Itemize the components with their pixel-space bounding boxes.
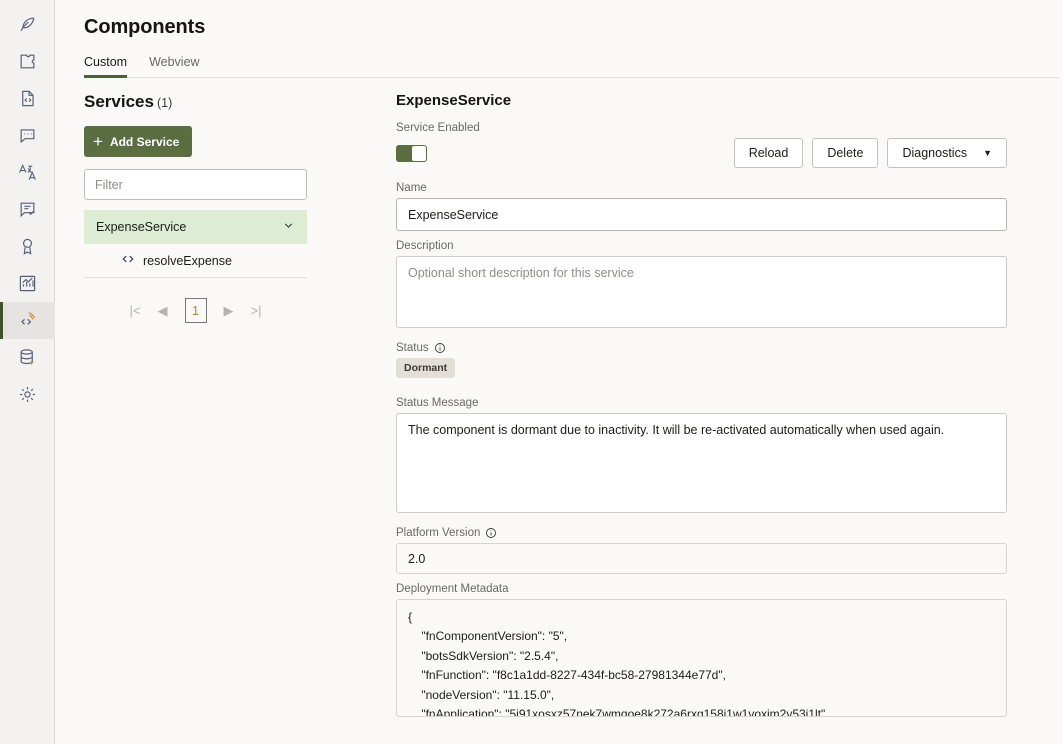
chat-bubble-icon [18,126,37,145]
plus-icon: + [93,133,103,150]
message-check-icon [18,200,37,219]
database-add-icon [18,348,37,367]
pagination-page-1[interactable]: 1 [185,298,207,323]
service-item-expenseservice[interactable]: ExpenseService [84,210,307,244]
status-message-textarea[interactable] [396,413,1007,513]
services-heading-text: Services [84,92,154,111]
rail-item-puzzle-piece-icon[interactable] [0,43,55,80]
status-label: Status [396,342,1007,354]
content-split: Services(1) + Add Service ExpenseService [55,78,1063,726]
services-heading: Services(1) [84,92,336,112]
pagination: |< ◀ 1 ▶ >| [84,298,307,323]
rail-item-chart-bar-icon[interactable] [0,265,55,302]
components-signal-icon [17,311,37,331]
reload-button-label: Reload [749,146,789,160]
service-item-label: ExpenseService [96,220,186,234]
pagination-first[interactable]: |< [130,303,141,318]
services-count: (1) [157,96,172,110]
service-enabled-toggle[interactable] [396,145,427,162]
puzzle-piece-icon [18,52,37,71]
rail-item-feather-icon[interactable] [0,6,55,43]
info-icon[interactable] [434,342,446,354]
info-icon[interactable] [485,527,497,539]
rail-item-components-signal-icon[interactable] [0,302,55,339]
description-field-group: Description [396,240,1007,333]
chevron-down-icon: ▼ [983,148,992,158]
tab-custom[interactable]: Custom [84,55,136,77]
app-window: Components Custom Webview Services(1) + … [0,0,1063,744]
services-panel: Services(1) + Add Service ExpenseService [84,92,336,726]
deployment-metadata-label: Deployment Metadata [396,583,1007,595]
filter-input[interactable] [84,169,307,200]
pagination-next[interactable]: ▶ [224,303,234,319]
service-child-resolveexpense[interactable]: resolveExpense [84,244,307,278]
tab-bar: Custom Webview [84,55,1059,78]
description-textarea[interactable] [396,256,1007,328]
chevron-down-icon[interactable] [282,219,295,235]
service-enabled-label-text: Service Enabled [396,122,480,134]
detail-title: ExpenseService [396,92,1007,109]
platform-version-input[interactable] [396,543,1007,574]
rail-item-gear-icon[interactable] [0,376,55,413]
pagination-last[interactable]: >| [251,303,262,318]
diagnostics-button[interactable]: Diagnostics ▼ [887,138,1007,168]
status-field-group: Status Dormant [396,342,1007,388]
left-icon-rail [0,0,55,744]
service-detail-panel: ExpenseService Service Enabled Reload De… [336,92,1063,726]
rail-item-database-add-icon[interactable] [0,339,55,376]
delete-button[interactable]: Delete [812,138,878,168]
rail-item-message-check-icon[interactable] [0,191,55,228]
main-area: Components Custom Webview Services(1) + … [55,0,1063,744]
reload-button[interactable]: Reload [734,138,804,168]
deployment-metadata-content[interactable]: { "fnComponentVersion": "5", "botsSdkVer… [396,599,1007,717]
description-label: Description [396,240,1007,252]
services-list: ExpenseService resol [84,210,307,278]
service-enabled-label: Service Enabled [396,122,1007,134]
medal-icon [18,237,37,256]
toggle-knob [412,146,426,161]
status-badge: Dormant [396,358,455,378]
chart-bar-icon [18,274,37,293]
rail-item-file-code-icon[interactable] [0,80,55,117]
action-button-group: Reload Delete Diagnostics ▼ [734,138,1007,168]
status-message-label: Status Message [396,397,1007,409]
name-input[interactable] [396,198,1007,231]
enabled-and-actions-row: Reload Delete Diagnostics ▼ [396,138,1007,168]
status-label-text: Status [396,342,429,354]
deployment-metadata-field-group: Deployment Metadata { "fnComponentVersio… [396,583,1007,717]
rail-item-medal-icon[interactable] [0,228,55,265]
feather-icon [18,15,37,34]
tab-webview[interactable]: Webview [149,55,208,77]
name-label: Name [396,182,1007,194]
service-child-label: resolveExpense [143,254,232,268]
pagination-prev[interactable]: ◀ [158,303,168,319]
rail-item-translate-icon[interactable] [0,154,55,191]
add-service-label: Add Service [110,135,179,149]
delete-button-label: Delete [827,146,863,160]
rail-item-chat-bubble-icon[interactable] [0,117,55,154]
platform-version-label: Platform Version [396,527,1007,539]
file-code-icon [18,89,37,108]
add-service-button[interactable]: + Add Service [84,126,192,157]
page-title: Components [55,0,1063,39]
platform-version-field-group: Platform Version [396,527,1007,574]
translate-icon [18,163,37,182]
name-field-group: Name [396,182,1007,231]
status-message-field-group: Status Message [396,397,1007,518]
code-brackets-icon [121,252,135,269]
platform-version-label-text: Platform Version [396,527,480,539]
diagnostics-button-label: Diagnostics [902,146,967,160]
gear-icon [18,385,37,404]
